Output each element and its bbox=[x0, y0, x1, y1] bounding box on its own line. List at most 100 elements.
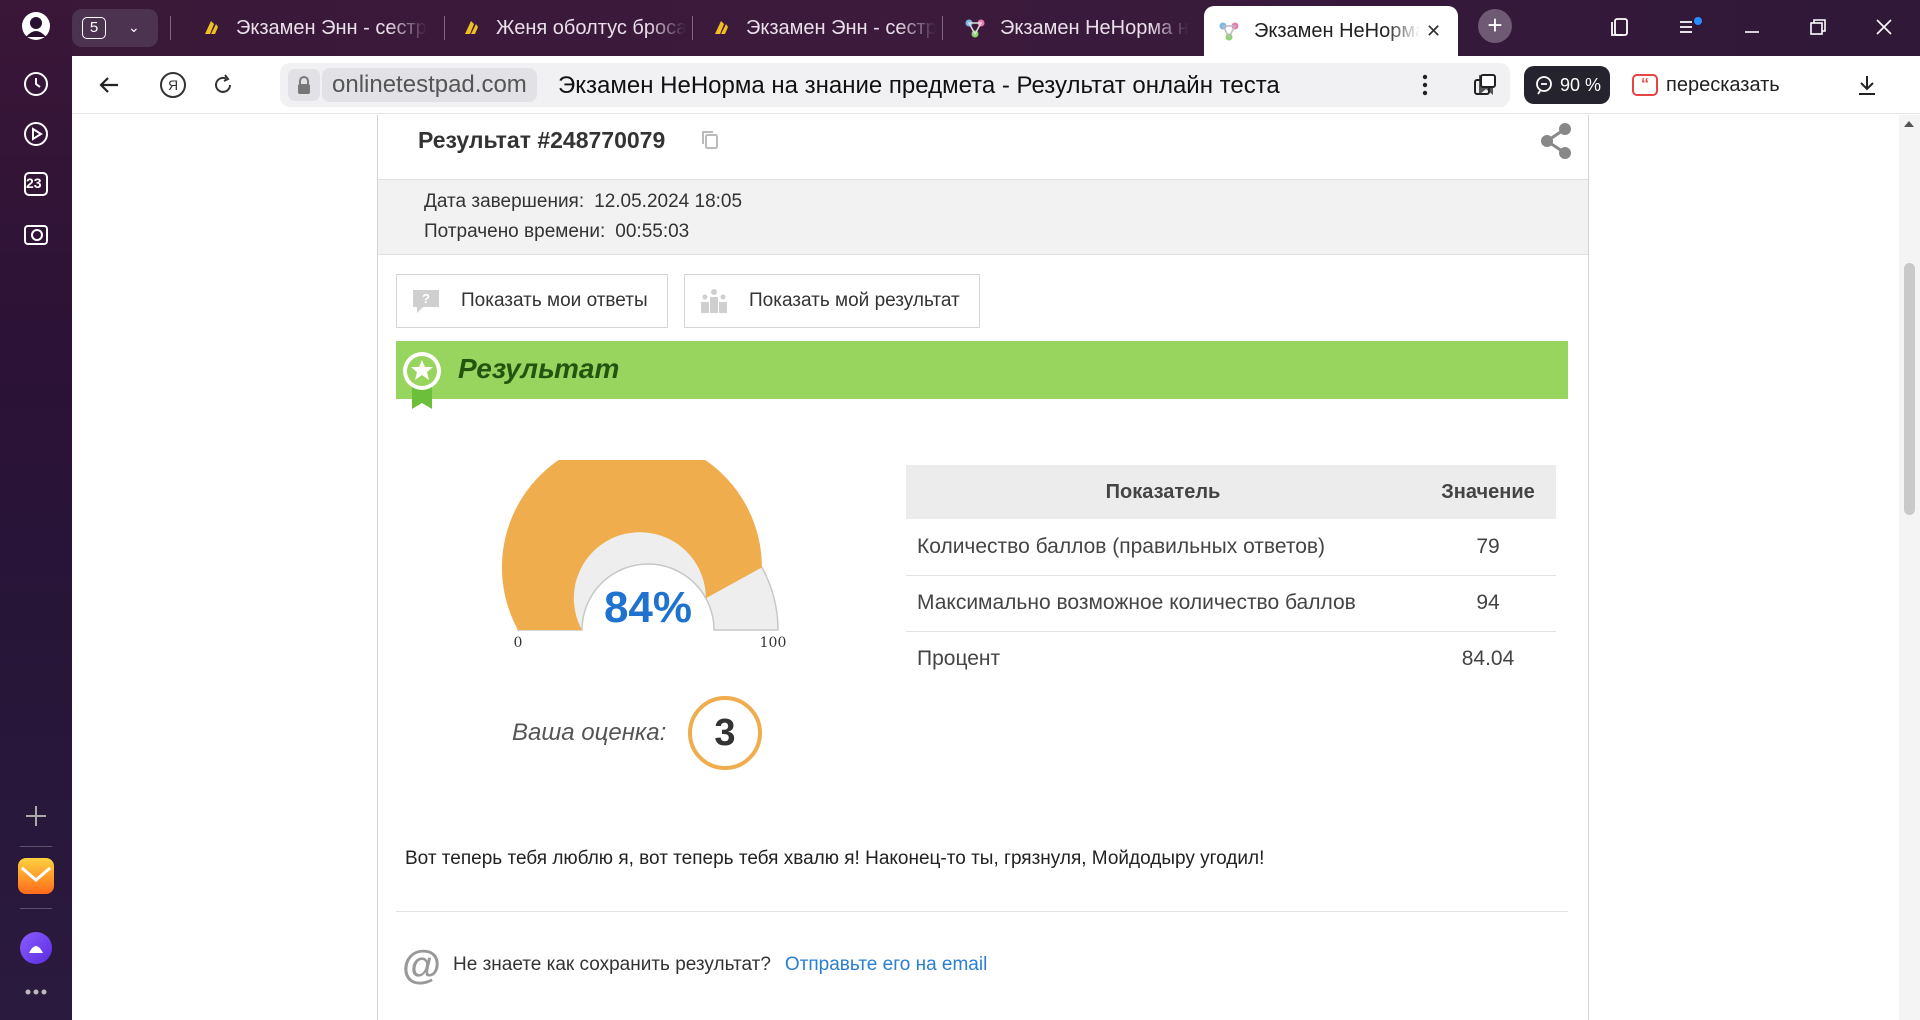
restore-window-icon[interactable] bbox=[1802, 12, 1834, 42]
tab-separator bbox=[444, 16, 445, 40]
browser-sidebar: 23 bbox=[0, 0, 72, 1020]
close-window-icon[interactable] bbox=[1868, 12, 1900, 42]
stats-table: Показатель Значение Количество баллов (п… bbox=[906, 465, 1556, 687]
result-header: Результат #248770079 bbox=[378, 115, 1588, 179]
back-arrow-icon[interactable] bbox=[92, 68, 126, 102]
show-answers-label: Показать мои ответы bbox=[461, 290, 648, 311]
zoom-search-icon bbox=[1536, 76, 1552, 95]
tab-title: Экзамен Энн - сестр bbox=[746, 16, 936, 39]
minimize-window-icon[interactable] bbox=[1736, 12, 1768, 42]
gauge-percent: 84% bbox=[604, 583, 692, 632]
new-tab-plus-icon[interactable]: + bbox=[1478, 9, 1512, 43]
tab-4[interactable]: Экзамен НеНорма н bbox=[950, 8, 1190, 48]
sidebar-divider bbox=[20, 846, 52, 847]
banner-title: Результат bbox=[458, 353, 620, 384]
show-result-label: Показать мой результат bbox=[749, 290, 960, 311]
tab-count: 5 bbox=[82, 17, 106, 39]
tab-5-active[interactable]: Экзамен НеНорма ✕ bbox=[1204, 6, 1458, 56]
retell-label: пересказать bbox=[1666, 73, 1780, 96]
table-row: Количество баллов (правильных ответов) 7… bbox=[906, 519, 1556, 576]
grade-value: 3 bbox=[688, 696, 762, 770]
notifications-menu-icon[interactable] bbox=[1674, 12, 1706, 42]
result-meta: Дата завершения: 12.05.2024 18:05 Потраче… bbox=[378, 179, 1588, 255]
tab-separator bbox=[170, 16, 171, 40]
video-play-icon[interactable] bbox=[16, 114, 56, 154]
table-row: Процент 84.04 bbox=[906, 631, 1556, 687]
send-email-link[interactable]: Отправьте его на email bbox=[785, 954, 987, 976]
menu-dots-icon[interactable] bbox=[1408, 68, 1442, 102]
show-result-button[interactable]: Показать мой результат bbox=[684, 274, 980, 328]
table-header-row: Показатель Значение bbox=[906, 465, 1556, 519]
save-result-row: @ Не знаете как сохранить результат? Отп… bbox=[402, 943, 987, 987]
address-toolbar: Я onlinetestpad.com Экзамен НеНорма на з… bbox=[72, 56, 1920, 114]
save-question: Не знаете как сохранить результат? bbox=[453, 954, 771, 975]
yellow-tab-favicon-icon bbox=[710, 17, 732, 39]
meta-label: Дата завершения: bbox=[424, 191, 585, 212]
calendar-day: 23 bbox=[26, 175, 42, 191]
svg-text:?: ? bbox=[422, 291, 430, 306]
podium-icon bbox=[699, 287, 729, 315]
svg-text:Я: Я bbox=[168, 77, 178, 93]
profile-avatar-icon[interactable] bbox=[16, 6, 56, 46]
at-sign-icon: @ bbox=[402, 942, 442, 987]
meta-row-time: Потрачено времени: 00:55:03 bbox=[424, 221, 689, 243]
tab-title: Экзамен Энн - сестр bbox=[236, 16, 427, 39]
web-page: Результат #248770079 Дата завершения: 12.… bbox=[72, 115, 1899, 1020]
tab-count-button[interactable]: 5 ⌄ bbox=[72, 9, 158, 47]
download-icon[interactable] bbox=[1850, 68, 1884, 102]
table-row: Максимально возможное количество баллов … bbox=[906, 575, 1556, 632]
molecule-tab-favicon-icon bbox=[1218, 20, 1240, 42]
tab-title: Экзамен НеНорма bbox=[1254, 19, 1420, 42]
extensions-puzzle-icon[interactable] bbox=[1468, 68, 1502, 102]
calendar-icon[interactable]: 23 bbox=[16, 164, 56, 204]
copy-icon[interactable] bbox=[700, 129, 720, 151]
yandex-home-icon[interactable]: Я bbox=[156, 68, 190, 102]
more-dots-icon[interactable] bbox=[16, 972, 56, 1012]
meta-value: 12.05.2024 18:05 bbox=[594, 191, 743, 212]
table-header-value: Значение bbox=[1420, 465, 1556, 519]
scroll-up-arrow-icon[interactable] bbox=[1904, 121, 1914, 127]
yellow-tab-favicon-icon bbox=[460, 17, 482, 39]
result-card: Результат #248770079 Дата завершения: 12.… bbox=[377, 115, 1589, 1020]
sidebar-divider-2 bbox=[20, 908, 52, 909]
tab-1[interactable]: Экзамен Энн - сестр bbox=[186, 8, 436, 48]
meta-value: 00:55:03 bbox=[615, 221, 690, 242]
screenshot-camera-icon[interactable] bbox=[16, 214, 56, 254]
reload-icon[interactable] bbox=[206, 68, 240, 102]
url-bar[interactable]: onlinetestpad.com Экзамен НеНорма на зна… bbox=[280, 63, 1510, 107]
tab-title: Экзамен НеНорма н bbox=[1000, 16, 1189, 39]
gauge-max-label: 100 bbox=[760, 635, 787, 651]
collections-icon[interactable] bbox=[1604, 12, 1636, 42]
alice-assistant-icon[interactable] bbox=[16, 928, 56, 968]
share-icon[interactable] bbox=[1538, 121, 1574, 161]
table-cell: Количество баллов (правильных ответов) bbox=[906, 519, 1420, 576]
tab-separator bbox=[692, 16, 693, 40]
lock-icon[interactable] bbox=[288, 69, 320, 101]
chevron-down-icon: ⌄ bbox=[128, 19, 140, 35]
vertical-scrollbar[interactable] bbox=[1899, 115, 1920, 1020]
question-speech-icon: ? bbox=[411, 287, 441, 315]
close-tab-icon[interactable]: ✕ bbox=[1426, 21, 1441, 42]
url-domain[interactable]: onlinetestpad.com bbox=[322, 68, 537, 102]
meta-row-date: Дата завершения: 12.05.2024 18:05 bbox=[424, 191, 742, 213]
table-cell: 84.04 bbox=[1461, 647, 1515, 671]
tab-3[interactable]: Экзамен Энн - сестр bbox=[696, 8, 936, 48]
grade-label: Ваша оценка: bbox=[512, 719, 667, 746]
table-cell: 94 bbox=[1420, 575, 1556, 632]
show-answers-button[interactable]: ? Показать мои ответы bbox=[396, 274, 668, 328]
yellow-tab-favicon-icon bbox=[200, 17, 222, 39]
zoom-level-button[interactable]: 90 % bbox=[1524, 66, 1610, 104]
result-banner: Результат bbox=[396, 341, 1568, 409]
tab-title: Женя оболтус бросa bbox=[496, 16, 686, 39]
add-panel-icon[interactable] bbox=[16, 796, 56, 836]
mail-icon[interactable] bbox=[16, 856, 56, 896]
tab-2[interactable]: Женя оболтус бросa bbox=[446, 8, 686, 48]
retell-button[interactable]: “ пересказать bbox=[1632, 66, 1780, 104]
history-icon[interactable] bbox=[16, 64, 56, 104]
scrollbar-thumb[interactable] bbox=[1904, 263, 1915, 515]
page-title-in-url[interactable]: Экзамен НеНорма на знание предмета - Рез… bbox=[558, 72, 1280, 100]
table-cell: 79 bbox=[1420, 519, 1556, 576]
zoom-level: 90 % bbox=[1560, 74, 1602, 95]
molecule-tab-favicon-icon bbox=[964, 17, 986, 39]
table-header-indicator: Показатель bbox=[906, 465, 1420, 519]
